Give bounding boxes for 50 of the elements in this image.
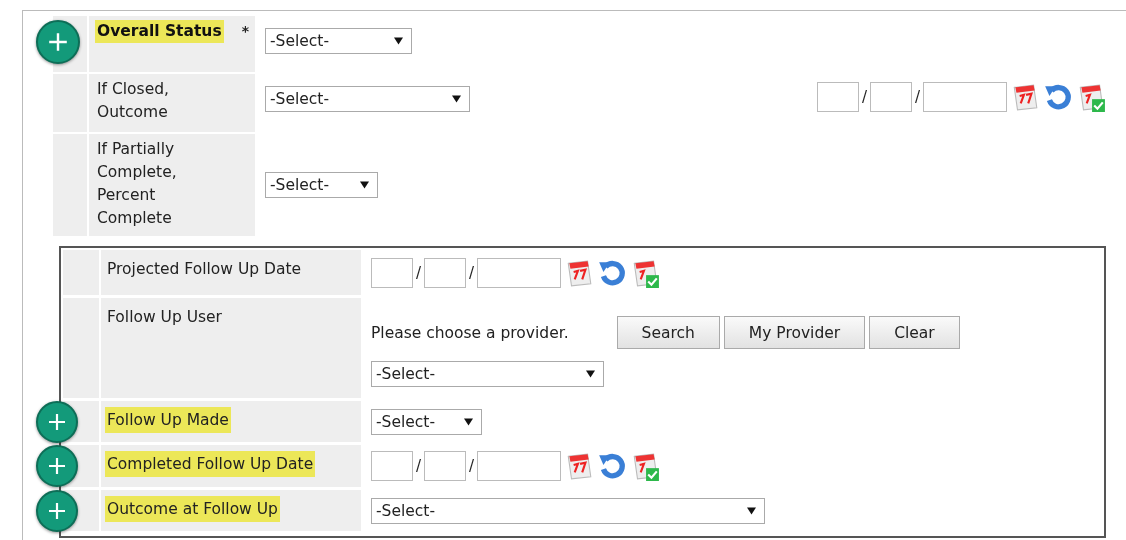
field-label: Overall Status <box>95 20 224 43</box>
plus-icon <box>47 411 67 432</box>
date-separator: / <box>469 457 475 475</box>
select-dropdown[interactable]: -Select- <box>265 86 470 112</box>
month-field[interactable] <box>371 257 413 288</box>
field-label: Follow Up User <box>106 307 223 328</box>
dropdown-arrow-icon <box>394 37 403 45</box>
add-button[interactable] <box>36 445 78 487</box>
date-separator: / <box>416 263 422 282</box>
year-field[interactable] <box>477 451 562 481</box>
day-field[interactable] <box>424 257 467 288</box>
field-label: If Partially Complete, Percent Complete <box>96 139 178 229</box>
refresh-icon[interactable] <box>1043 82 1073 112</box>
month-field[interactable] <box>371 451 413 481</box>
date-separator: / <box>861 88 867 106</box>
field-label: If Closed, Outcome <box>96 79 170 123</box>
day-field[interactable] <box>869 82 912 112</box>
field-label: Completed Follow Up Date <box>105 451 316 477</box>
field-label: Outcome at Follow Up <box>105 496 280 522</box>
required-mark: * <box>241 22 249 41</box>
day-field[interactable] <box>424 451 467 481</box>
select-dropdown[interactable]: -Select- <box>371 408 482 435</box>
field-label: Follow Up Made <box>105 407 231 433</box>
select-dropdown[interactable]: -Select- <box>371 497 765 524</box>
select-dropdown[interactable]: -Select- <box>371 361 604 387</box>
provider-button[interactable]: My Provider <box>723 316 866 349</box>
field-label: Projected Follow Up Date <box>106 259 303 280</box>
date-separator: / <box>416 457 422 475</box>
provider-button[interactable]: Clear <box>869 316 960 349</box>
dropdown-arrow-icon <box>586 370 595 378</box>
add-button[interactable] <box>36 489 78 532</box>
plus-icon <box>47 456 67 476</box>
month-field[interactable] <box>816 82 859 112</box>
year-field[interactable] <box>923 82 1007 112</box>
add-button[interactable] <box>36 400 78 443</box>
plus-icon <box>47 500 67 521</box>
plus-icon <box>47 31 69 53</box>
dropdown-arrow-icon <box>452 95 461 103</box>
select-dropdown[interactable]: -Select- <box>265 28 412 54</box>
provider-button[interactable]: Search <box>616 316 720 349</box>
add-button[interactable] <box>36 20 80 64</box>
provider-prompt: Please choose a provider. <box>371 323 569 342</box>
dropdown-arrow-icon <box>360 181 369 189</box>
year-field[interactable] <box>477 257 562 288</box>
refresh-icon[interactable] <box>597 451 628 481</box>
dropdown-arrow-icon <box>747 506 756 515</box>
date-separator: / <box>469 263 475 282</box>
dropdown-arrow-icon <box>464 417 473 426</box>
select-dropdown[interactable]: -Select- <box>265 172 378 198</box>
date-separator: / <box>914 88 920 106</box>
